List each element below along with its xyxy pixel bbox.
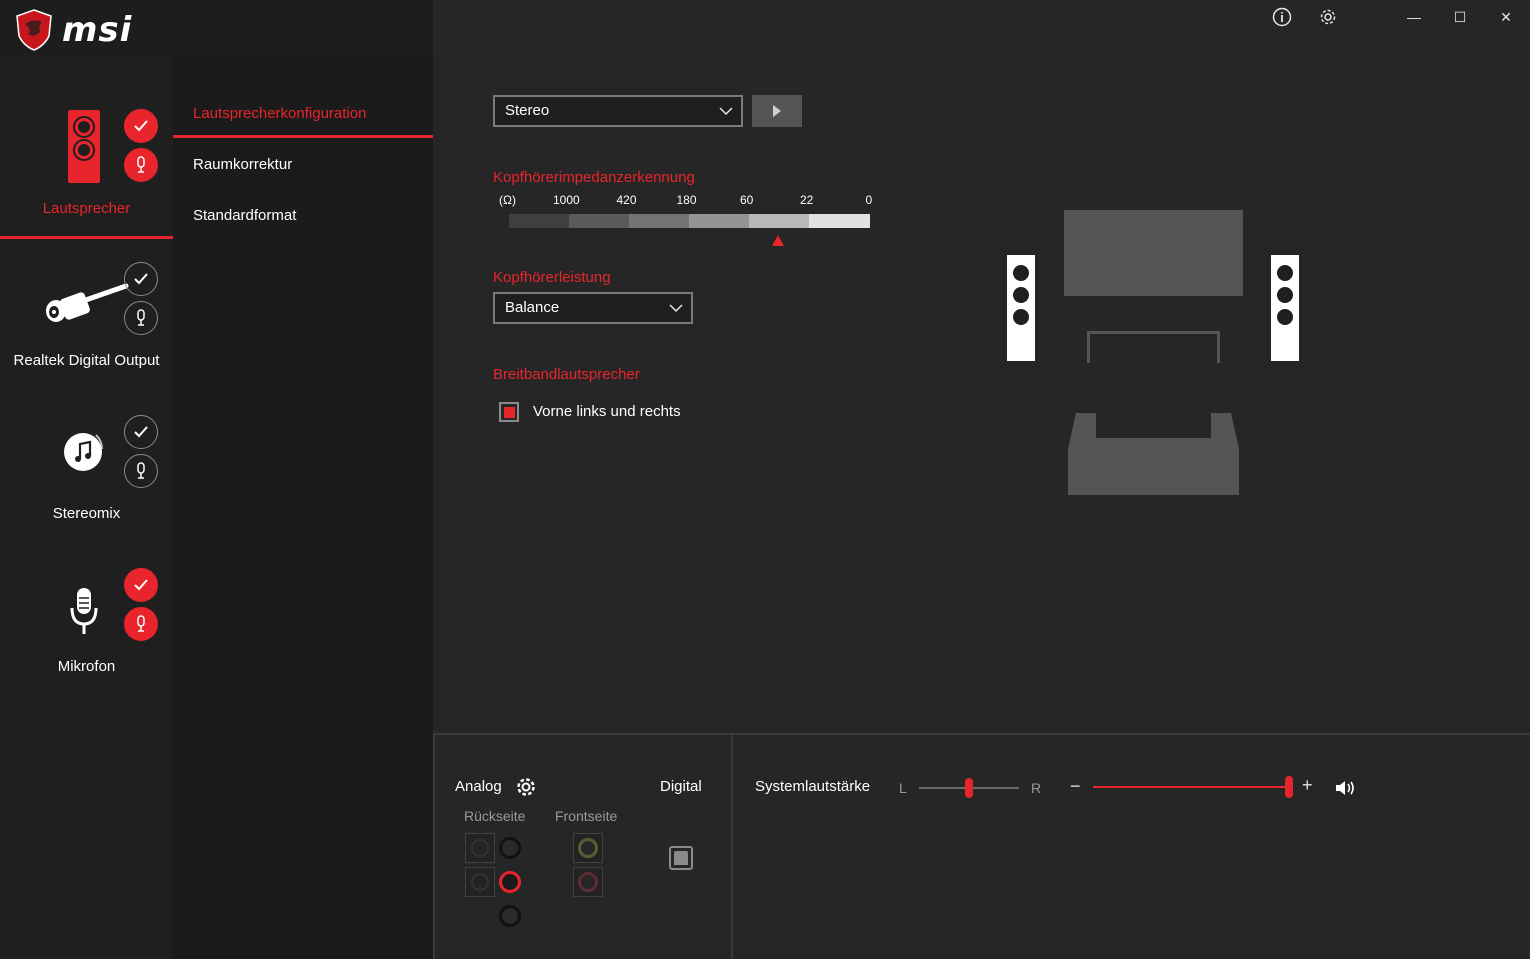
headphone-power-title: Kopfhörerleistung <box>493 269 611 286</box>
rear-jack-black[interactable] <box>499 905 521 927</box>
volume-minus-button[interactable]: − <box>1070 776 1081 797</box>
front-jack-mic[interactable] <box>573 867 603 897</box>
sofa-shape <box>1068 413 1239 495</box>
rear-jack-red[interactable] <box>499 871 521 893</box>
fullrange-option-label: Vorne links und rechts <box>533 403 681 420</box>
headphone-power-value: Balance <box>505 299 560 316</box>
impedance-tick-label: 22 <box>800 193 814 207</box>
minimize-button[interactable]: — <box>1401 4 1427 30</box>
default-comm-mic-icon[interactable] <box>124 454 158 488</box>
balance-left-label: L <box>899 780 907 796</box>
balance-slider[interactable] <box>919 778 1019 798</box>
impedance-title: Kopfhörerimpedanzerkennung <box>493 169 695 186</box>
close-button[interactable]: ✕ <box>1493 4 1519 30</box>
active-device-indicator <box>0 236 173 239</box>
music-note-icon <box>62 429 106 473</box>
impedance-bar-segment <box>629 214 689 228</box>
table-shape <box>1087 331 1220 363</box>
settings-gear-icon[interactable] <box>1315 4 1341 30</box>
chevron-down-icon <box>669 304 683 313</box>
device-digital-output[interactable]: Realtek Digital Output <box>0 250 173 390</box>
volume-slider[interactable] <box>1093 776 1293 798</box>
optical-cable-icon <box>40 278 130 328</box>
impedance-tick-label: 420 <box>616 193 637 207</box>
rear-jack-black[interactable] <box>499 837 521 859</box>
analog-settings-gear-icon[interactable] <box>515 776 537 798</box>
fullrange-title: Breitbandlautsprecher <box>493 366 640 383</box>
microphone-icon <box>68 586 100 638</box>
impedance-bar-segment <box>509 214 569 228</box>
default-device-check-icon[interactable] <box>124 415 158 449</box>
front-jack-headphone[interactable] <box>573 833 603 863</box>
impedance-bar-segment <box>809 214 870 228</box>
volume-plus-button[interactable]: + <box>1302 775 1313 796</box>
checkbox-mark <box>503 406 515 418</box>
impedance-tick-label: 180 <box>676 193 697 207</box>
info-icon[interactable] <box>1269 4 1295 30</box>
speaker-layout-illustration <box>1000 205 1310 505</box>
device-speaker[interactable]: Lautsprecher <box>0 56 173 239</box>
digital-label: Digital <box>660 778 702 795</box>
device-stereomix[interactable]: Stereomix <box>0 403 173 543</box>
analog-label: Analog <box>455 778 502 795</box>
impedance-bar-segment <box>749 214 809 228</box>
default-device-check-icon[interactable] <box>124 109 158 143</box>
divider <box>433 733 435 959</box>
rear-jack-slot[interactable] <box>465 833 495 863</box>
msi-logo <box>14 8 54 52</box>
impedance-tick-label: 60 <box>740 193 754 207</box>
speaker-mode-value: Stereo <box>505 102 550 119</box>
tab-default-format[interactable]: Standardformat <box>193 207 296 224</box>
default-comm-mic-icon[interactable] <box>124 148 158 182</box>
speaker-icon <box>68 110 100 183</box>
config-submenu: Lautsprecherkonfiguration Raumkorrektur … <box>173 56 433 959</box>
tab-room-correction[interactable]: Raumkorrektur <box>193 156 292 173</box>
rear-label: Rückseite <box>464 808 526 824</box>
front-label: Frontseite <box>555 808 618 824</box>
speaker-volume-icon[interactable] <box>1334 778 1356 798</box>
maximize-button[interactable]: ☐ <box>1447 4 1473 30</box>
device-label: Stereomix <box>52 505 121 522</box>
fullrange-checkbox[interactable] <box>499 402 519 422</box>
impedance-marker-icon <box>771 235 784 246</box>
divider <box>731 733 733 959</box>
speaker-mode-select[interactable]: Stereo <box>493 95 743 127</box>
default-comm-mic-icon[interactable] <box>124 301 158 335</box>
impedance-unit: (Ω) <box>499 193 516 207</box>
default-device-check-icon[interactable] <box>124 262 158 296</box>
screen-shape <box>1064 210 1243 296</box>
device-microphone[interactable]: Mikrofon <box>0 556 173 696</box>
impedance-bar-segment <box>689 214 749 228</box>
brand-name: msi <box>62 10 133 50</box>
impedance-bar-segment <box>569 214 629 228</box>
volume-slider-fill <box>1093 786 1289 788</box>
impedance-tick-label: 0 <box>865 193 873 207</box>
balance-right-label: R <box>1031 780 1042 796</box>
volume-slider-thumb[interactable] <box>1285 776 1293 798</box>
optical-port-icon[interactable] <box>669 846 693 870</box>
impedance-tick-label: 1000 <box>553 193 580 207</box>
headphone-power-select[interactable]: Balance <box>493 292 693 324</box>
device-label: Lautsprecher <box>42 200 131 217</box>
device-label: Realtek Digital Output <box>13 352 160 369</box>
chevron-down-icon <box>719 107 733 116</box>
default-comm-mic-icon[interactable] <box>124 607 158 641</box>
test-play-button[interactable] <box>752 95 802 127</box>
default-device-check-icon[interactable] <box>124 568 158 602</box>
rear-jack-slot[interactable] <box>465 867 495 897</box>
tab-speaker-configuration[interactable]: Lautsprecherkonfiguration <box>193 105 366 122</box>
front-right-speaker-icon[interactable] <box>1271 255 1299 361</box>
play-icon <box>773 105 781 117</box>
system-volume-label: Systemlautstärke <box>755 778 871 795</box>
device-label: Mikrofon <box>57 658 116 675</box>
active-tab-indicator <box>173 135 433 138</box>
balance-slider-thumb[interactable] <box>965 778 973 798</box>
front-left-speaker-icon[interactable] <box>1007 255 1035 361</box>
